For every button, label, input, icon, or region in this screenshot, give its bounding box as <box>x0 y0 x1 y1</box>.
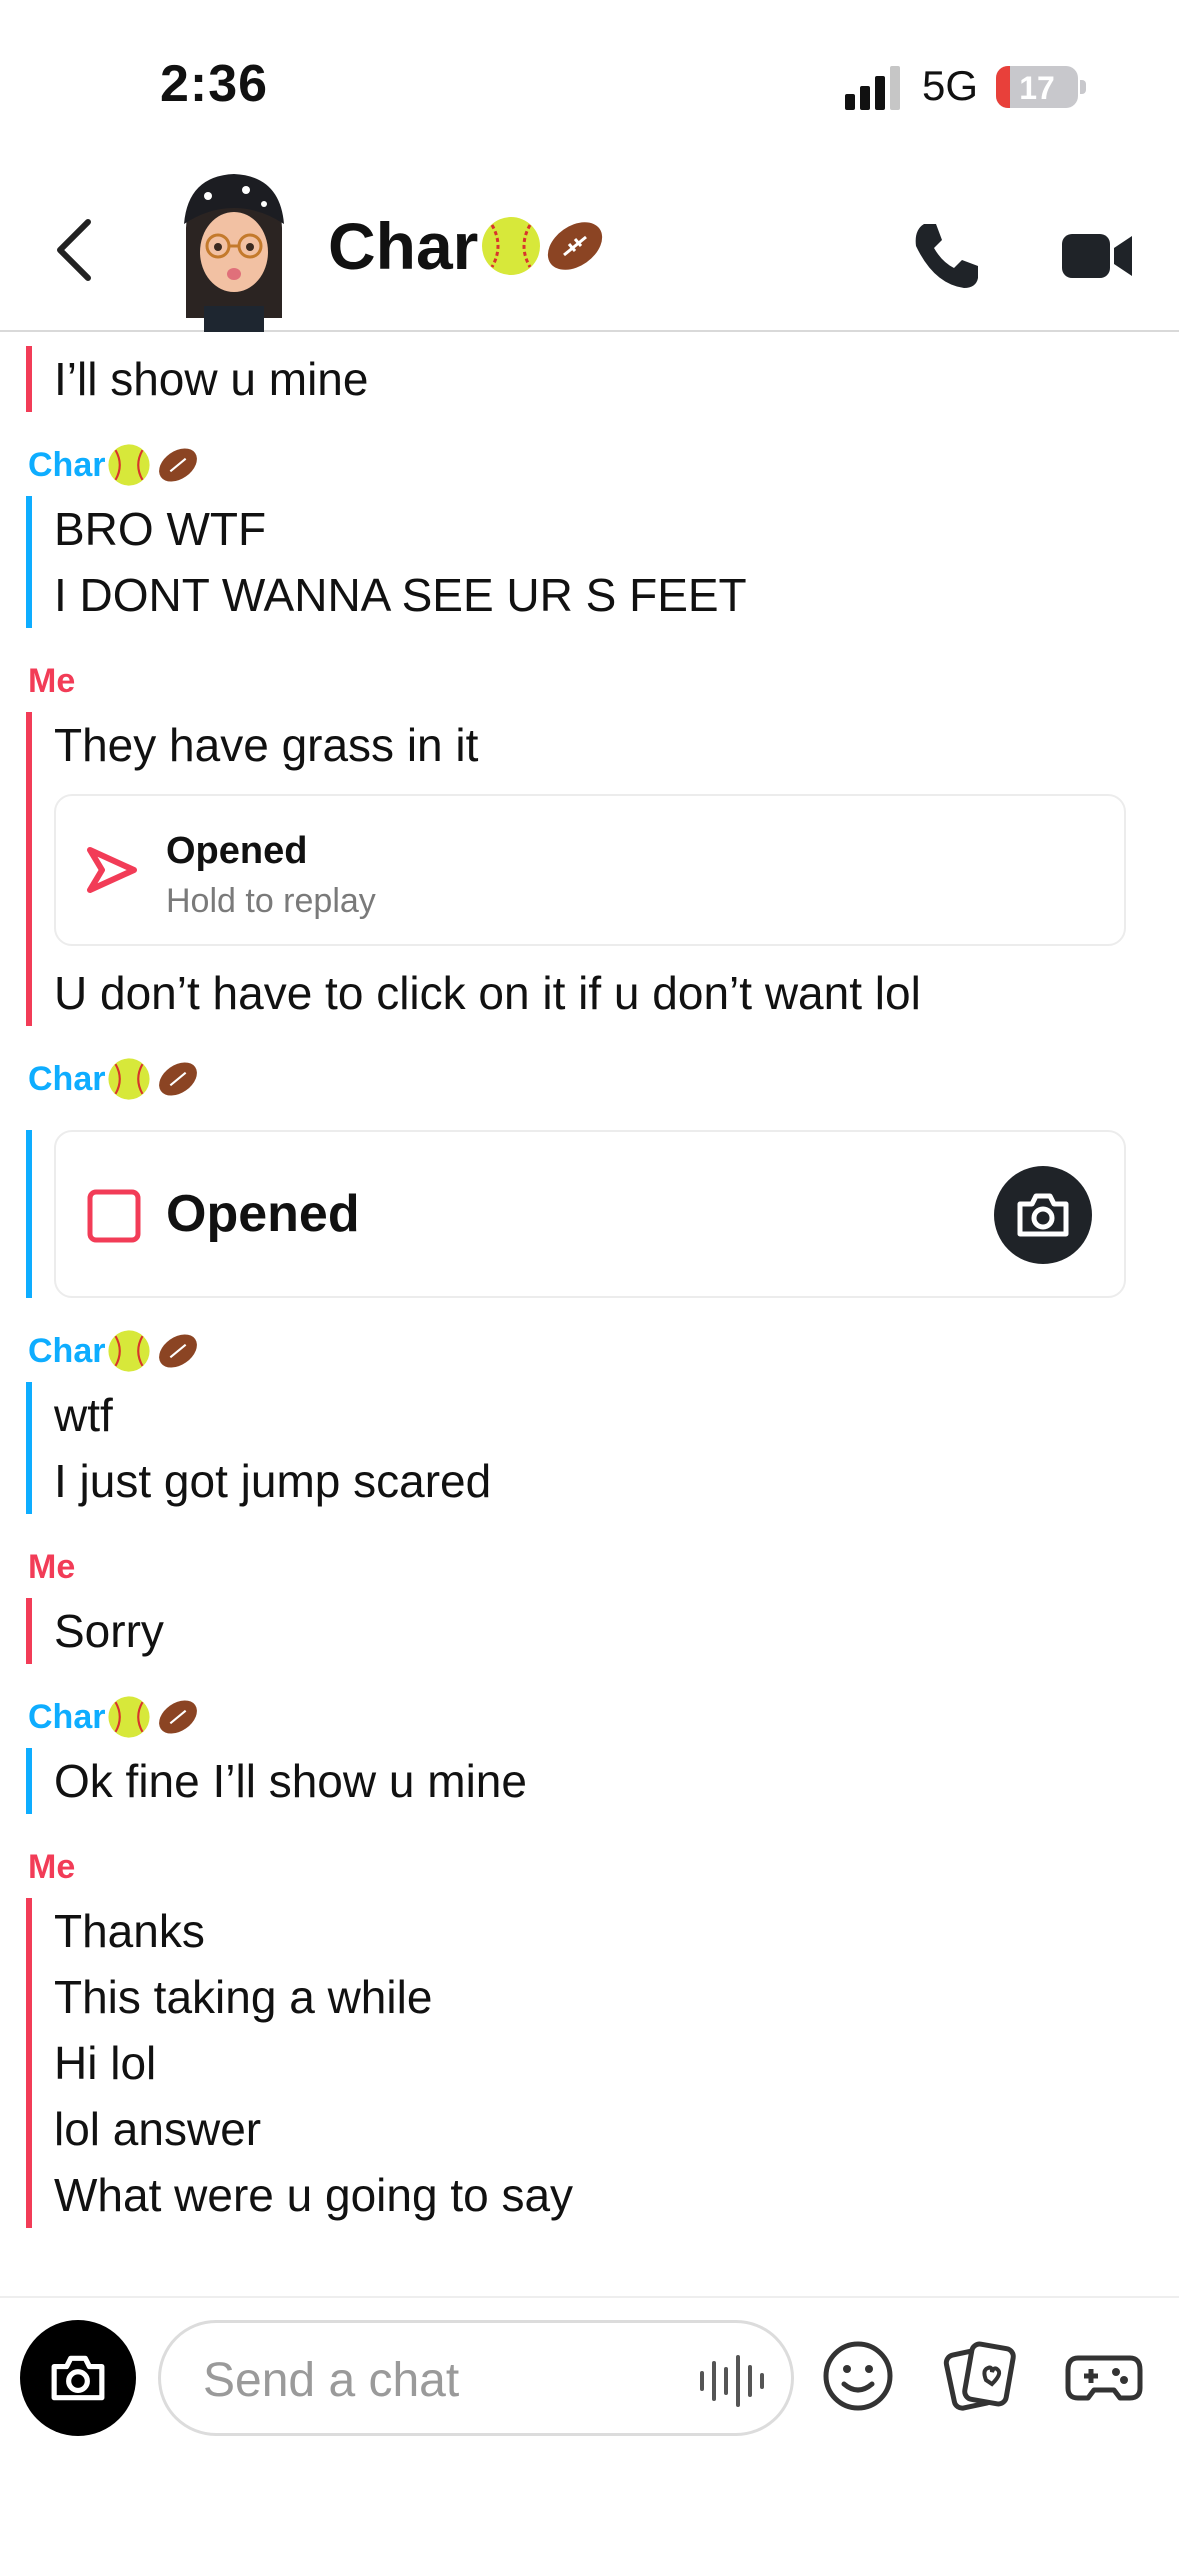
network-type: 5G <box>922 62 979 109</box>
softball-icon <box>108 1696 151 1738</box>
sender-label-me: Me <box>28 1548 76 1586</box>
softball-icon <box>108 444 151 486</box>
signal-icon <box>845 66 900 110</box>
sender-label-me: Me <box>0 334 1179 346</box>
sender-label-friend: Char <box>0 434 1179 496</box>
received-snap-card[interactable]: Opened <box>54 1130 1126 1298</box>
battery-percent: 17 <box>1019 70 1055 106</box>
snap-status: Opened <box>166 830 308 872</box>
football-icon <box>159 1700 198 1734</box>
message-text[interactable]: They have grass in it <box>54 712 1179 778</box>
emoji-icon[interactable] <box>818 2336 898 2416</box>
message-text[interactable]: Ok fine I’ll show u mine <box>54 1748 1179 1814</box>
chat-feed[interactable]: Me I’ll show u mine Char BRO WTF I DONT … <box>0 334 1179 2294</box>
football-icon <box>159 1334 198 1368</box>
avatar[interactable] <box>168 168 298 332</box>
message-text[interactable]: I’ll show u mine <box>54 346 1179 412</box>
sent-snap-card[interactable]: Opened Hold to replay <box>54 794 1126 946</box>
message-group: wtf I just got jump scared <box>26 1382 1179 1514</box>
message-group: Ok fine I’ll show u mine <box>26 1748 1179 1814</box>
phone-icon[interactable] <box>906 216 986 296</box>
status-bar: 2:36 5G 17 <box>0 0 1179 160</box>
sender-label-me: Me <box>28 662 76 700</box>
softball-icon <box>108 1058 151 1100</box>
softball-icon <box>482 217 541 275</box>
message-text[interactable]: I DONT WANNA SEE UR S FEET <box>54 562 1179 628</box>
message-text[interactable]: BRO WTF <box>54 496 1179 562</box>
softball-icon <box>108 1330 151 1372</box>
message-text[interactable]: Hi lol <box>54 2030 1179 2096</box>
chat-input[interactable]: Send a chat <box>158 2320 794 2436</box>
message-group: I’ll show u mine <box>26 346 1179 412</box>
sender-label-me: Me <box>28 1848 76 1886</box>
status-time: 2:36 <box>160 55 269 113</box>
snap-hint: Hold to replay <box>166 882 376 920</box>
back-chevron-icon[interactable] <box>40 210 110 290</box>
voice-waveform-icon[interactable] <box>697 2353 767 2409</box>
camera-icon <box>51 2355 105 2401</box>
camera-button[interactable] <box>20 2320 136 2436</box>
memories-icon[interactable] <box>940 2336 1020 2416</box>
message-group: Thanks This taking a while Hi lol lol an… <box>26 1898 1179 2228</box>
camera-icon <box>1017 1193 1069 1237</box>
message-text[interactable]: U don’t have to click on it if u don’t w… <box>54 960 1179 1026</box>
chat-header: Char <box>0 160 1179 332</box>
football-icon <box>548 222 603 270</box>
battery-icon: 17 <box>996 66 1078 108</box>
contact-name[interactable]: Char <box>328 208 608 284</box>
message-text[interactable]: wtf <box>54 1382 1179 1448</box>
football-icon <box>159 1062 198 1096</box>
message-group: BRO WTF I DONT WANNA SEE UR S FEET <box>26 496 1179 628</box>
message-text[interactable]: What were u going to say <box>54 2162 1179 2228</box>
message-group: They have grass in it Opened Hold to rep… <box>26 712 1179 1026</box>
message-text[interactable]: Thanks <box>54 1898 1179 1964</box>
sender-label-friend: Char <box>0 1320 1179 1382</box>
chat-input-placeholder: Send a chat <box>203 2354 460 2407</box>
sent-arrow-icon <box>87 847 137 893</box>
message-text[interactable]: Sorry <box>54 1598 1179 1664</box>
message-group: Opened <box>26 1130 1179 1298</box>
football-icon <box>159 448 198 482</box>
snap-status: Opened <box>166 1185 360 1243</box>
games-controller-icon[interactable] <box>1064 2336 1144 2416</box>
sender-label-friend: Char <box>0 1686 1179 1748</box>
video-camera-icon[interactable] <box>1058 216 1138 296</box>
message-text[interactable]: lol answer <box>54 2096 1179 2162</box>
message-text[interactable]: I just got jump scared <box>54 1448 1179 1514</box>
message-group: Sorry <box>26 1598 1179 1664</box>
reply-camera-button[interactable] <box>994 1166 1092 1264</box>
message-text[interactable]: This taking a while <box>54 1964 1179 2030</box>
battery-nub <box>1080 80 1086 94</box>
opened-snap-square-icon <box>87 1189 141 1243</box>
composer-bar: Send a chat <box>0 2296 1179 2556</box>
sender-label-friend: Char <box>0 1048 1179 1110</box>
